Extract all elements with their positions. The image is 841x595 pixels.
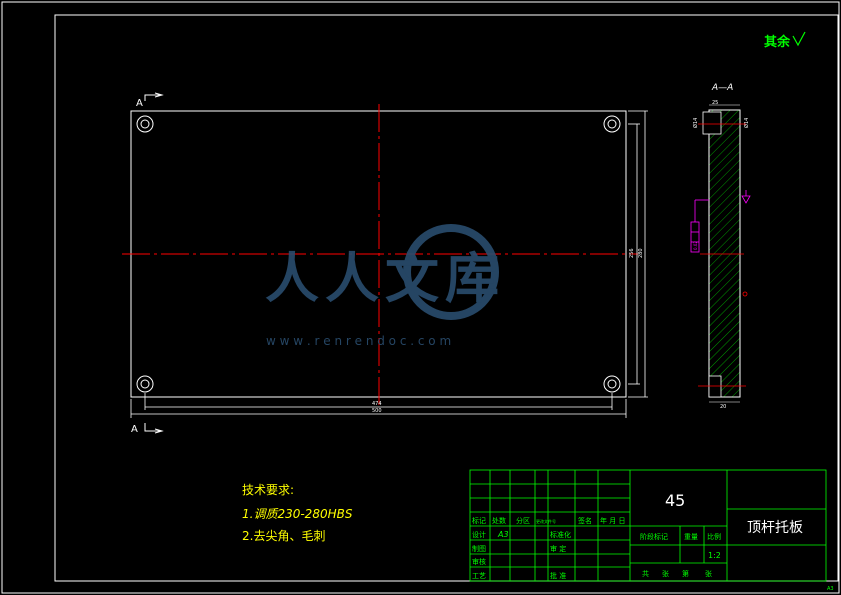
tb-shending: 审 定 xyxy=(550,544,566,553)
tech-req-item1: 1.调质230-280HBS xyxy=(242,507,353,521)
tb-scale-value: 1:2 xyxy=(708,551,721,560)
tb-stage-label: 阶段标记 xyxy=(640,532,668,541)
roughness-symbol-icon xyxy=(792,31,806,47)
datum-mark-icon xyxy=(741,190,751,204)
watermark-brand: 人人文库 xyxy=(265,247,505,310)
section-counterbore-bottom xyxy=(708,375,722,398)
tb-sheet-b: 张 xyxy=(662,569,669,578)
tb-gongyi: 工艺 xyxy=(472,572,486,580)
tb-nianyueri: 年 月 日 xyxy=(600,516,625,525)
section-counterbore-top xyxy=(702,111,722,135)
tech-req-title: 技术要求: xyxy=(242,483,294,497)
tb-sheet-a: 共 xyxy=(642,569,649,578)
section-body xyxy=(708,109,741,398)
tb-zhitu: 制图 xyxy=(472,544,486,553)
tb-chushu: 处数 xyxy=(492,516,506,525)
dim-side-left: Ø14 xyxy=(692,118,699,128)
hole-top-left xyxy=(136,115,154,133)
tb-sheet-c: 第 xyxy=(682,569,689,578)
section-arrow-top-icon xyxy=(144,92,164,101)
section-arrow-bottom-icon xyxy=(144,423,164,434)
watermark-url: w w w . r e n r e n d o c . c o m xyxy=(266,334,451,348)
section-mark-top: A xyxy=(136,98,143,109)
tb-size: A3 xyxy=(497,530,509,539)
tb-scale-label: 比例 xyxy=(707,532,721,541)
cad-drawing: 其余 A A 474 500 256 280 A—A 25 Ø14 Ø14 20… xyxy=(1,1,840,594)
tb-sheet-d: 张 xyxy=(705,569,712,578)
tb-qianming: 签名 xyxy=(578,516,592,525)
hole-bottom-left xyxy=(136,375,154,393)
tb-fenqu: 分区 xyxy=(516,516,530,525)
tb-biaoji: 标记 xyxy=(472,516,486,525)
material-value: 45 xyxy=(665,491,685,510)
hole-bottom-right xyxy=(603,375,621,393)
watermark: 人人文库 w w w . r e n r e n d o c . c o m xyxy=(265,224,505,348)
dim-inner-width: 474 xyxy=(372,401,382,407)
dim-inner-height: 256 xyxy=(629,248,635,258)
tolerance-value: 0.02 xyxy=(693,241,698,250)
datum-point-icon xyxy=(742,291,748,297)
section-mark-bottom: A xyxy=(131,424,138,435)
tech-req-item2: 2.去尖角、毛刺 xyxy=(242,529,325,543)
tb-biaozhunhua: 标准化 xyxy=(550,530,571,539)
tb-pizhun: 批 准 xyxy=(550,571,566,580)
dim-side-bottom: 20 xyxy=(720,404,726,410)
tb-weight-label: 重量 xyxy=(684,533,698,541)
tb-sheji: 设计 xyxy=(472,530,486,539)
part-name: 顶杆托板 xyxy=(747,520,803,536)
roughness-note: 其余 xyxy=(764,34,791,50)
corner-note: A3 xyxy=(827,586,834,592)
dim-outer-height: 280 xyxy=(638,248,644,258)
dim-outer-width: 500 xyxy=(372,408,382,414)
section-view-label: A—A xyxy=(711,83,733,93)
dim-side-right: Ø14 xyxy=(743,118,750,128)
hole-top-right xyxy=(603,115,621,133)
tb-genggai: 更改文件号 xyxy=(536,518,556,524)
tb-shenhe: 审核 xyxy=(472,557,486,566)
